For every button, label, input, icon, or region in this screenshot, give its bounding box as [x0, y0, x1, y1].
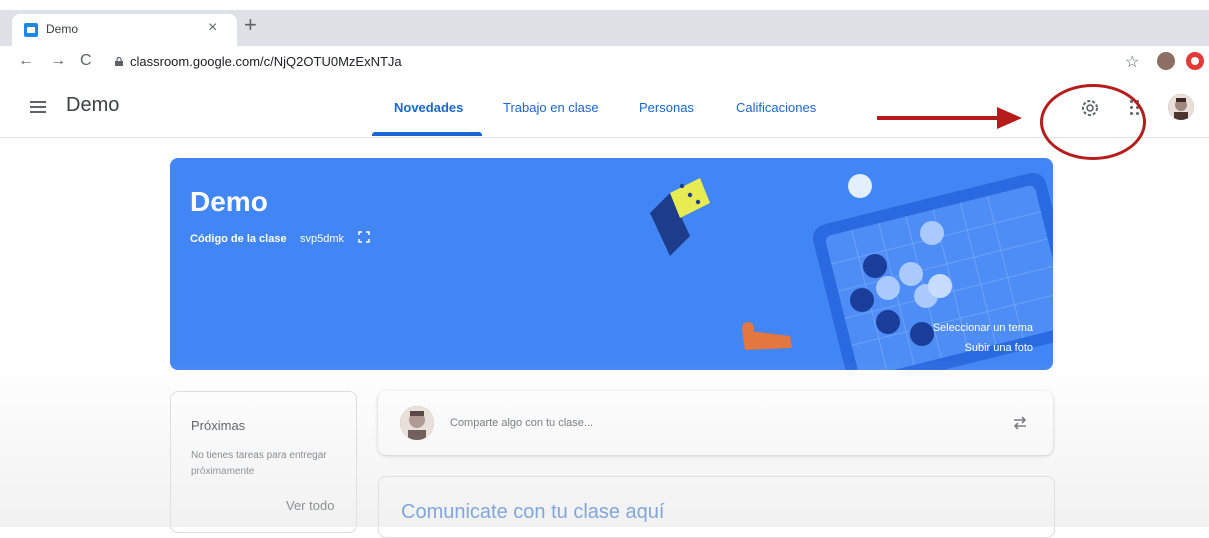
user-avatar[interactable]	[1168, 94, 1194, 120]
tab-close-icon[interactable]: ×	[208, 19, 217, 37]
banner-title: Demo	[190, 186, 268, 217]
banner-illustration	[650, 172, 1053, 370]
new-tab-button[interactable]: +	[244, 14, 257, 36]
app-header: Demo Novedades Trabajo en clase Personas…	[0, 80, 1209, 138]
avatar	[400, 406, 434, 440]
announcement-card: Comunicate con tu clase aquí	[378, 476, 1055, 538]
upcoming-empty-text: No tienes tareas para entregar próximame…	[191, 450, 327, 477]
back-button[interactable]: ←	[18, 52, 34, 70]
profile-avatar[interactable]	[1157, 52, 1175, 70]
upcoming-title: Próximas	[191, 418, 246, 433]
tab-personas[interactable]: Personas	[639, 100, 694, 115]
browser-tab[interactable]: Demo ×	[12, 14, 237, 46]
view-all-link[interactable]: Ver todo	[286, 498, 334, 513]
browser-tabstrip: Demo × +	[0, 0, 1209, 46]
reload-button[interactable]: C	[80, 52, 92, 70]
annotation-circle	[1040, 84, 1146, 160]
classroom-favicon-icon	[24, 23, 38, 37]
lock-icon	[115, 57, 123, 66]
fullscreen-icon[interactable]	[358, 231, 370, 243]
annotation-arrow-icon	[877, 107, 1022, 129]
upload-photo-link[interactable]: Subir una foto	[965, 342, 1034, 354]
select-theme-link[interactable]: Seleccionar un tema	[933, 322, 1033, 334]
class-banner: Demo Código de la clase svp5dmk Seleccio…	[170, 158, 1053, 370]
class-code: svp5dmk	[300, 233, 345, 245]
tab-calificaciones[interactable]: Calificaciones	[736, 100, 816, 115]
menu-icon[interactable]	[30, 101, 46, 113]
bookmark-star-icon[interactable]: ☆	[1125, 52, 1139, 72]
class-code-label: Código de la clase	[190, 233, 287, 245]
address-bar[interactable]: classroom.google.com/c/NjQ2OTU0MzExNTJa	[130, 54, 402, 69]
forward-button[interactable]: →	[50, 52, 66, 70]
class-title: Demo	[66, 94, 120, 116]
upcoming-card: Próximas No tienes tareas para entregar …	[170, 391, 357, 533]
tab-trabajo-en-clase[interactable]: Trabajo en clase	[503, 100, 599, 115]
announcement-title: Comunicate con tu clase aquí	[401, 501, 665, 523]
browser-toolbar: ← → C classroom.google.com/c/NjQ2OTU0MzE…	[0, 46, 1209, 80]
tab-title: Demo	[46, 22, 79, 36]
extension-icon[interactable]	[1186, 52, 1204, 70]
tab-novedades[interactable]: Novedades	[394, 100, 463, 115]
repost-icon[interactable]	[1010, 413, 1030, 433]
share-placeholder[interactable]: Comparte algo con tu clase...	[450, 417, 593, 429]
active-tab-indicator	[372, 132, 482, 136]
share-box[interactable]: Comparte algo con tu clase...	[378, 391, 1053, 455]
